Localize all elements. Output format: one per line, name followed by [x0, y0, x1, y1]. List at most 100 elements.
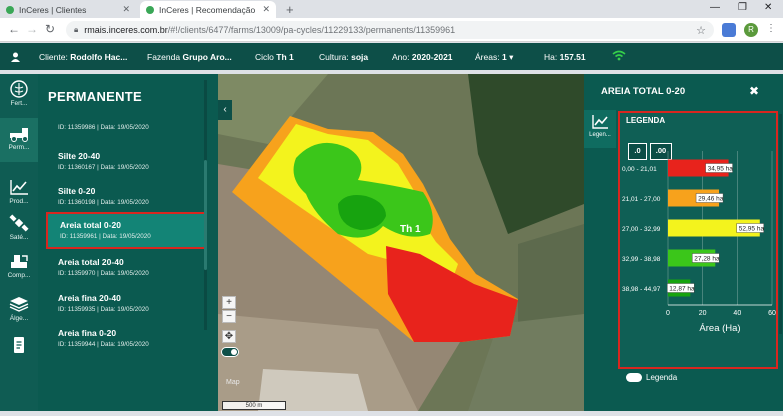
- category-label: 32,99 - 38,98: [622, 256, 661, 263]
- pan-move-icon[interactable]: ✥: [222, 330, 236, 343]
- legend-toggle[interactable]: [626, 373, 642, 382]
- collapse-panel-button[interactable]: ‹: [218, 100, 232, 120]
- zoom-out-button[interactable]: −: [222, 310, 236, 323]
- list-item-name: Areia fina 20-40: [58, 293, 121, 303]
- chart-line-icon: [592, 115, 608, 129]
- legend-bar-chart: 0,00 - 21,01 34,95 ha 21,01 - 27,00 29,46 h…: [622, 151, 776, 334]
- ha-value: 157.51: [559, 52, 586, 62]
- list-scrollbar-thumb[interactable]: [204, 160, 207, 270]
- bookmark-star-icon[interactable]: ☆: [696, 24, 706, 37]
- client-label: Cliente:: [39, 52, 68, 62]
- x-tick-label: 20: [699, 310, 707, 317]
- crop-value: soja: [351, 52, 369, 62]
- category-label: 0,00 - 21,01: [622, 166, 657, 173]
- detail-scrollbar[interactable]: [779, 114, 782, 334]
- list-item[interactable]: Silte 20-40 ID: 11360167 | Data: 19/05/2…: [46, 146, 207, 180]
- layer-detail-panel: AREIA TOTAL 0-20 ✖ Legen... LEGENDA .0 .…: [584, 74, 783, 411]
- permanent-icon: [10, 128, 28, 142]
- map-layer-toggle[interactable]: [221, 347, 239, 357]
- year-label: Ano:: [392, 52, 410, 62]
- rail-item-algebra[interactable]: Álge...: [0, 289, 38, 333]
- map-scale-bar: 500 m: [222, 401, 286, 410]
- map-attribution: Map: [226, 379, 240, 386]
- close-tab-icon[interactable]: ✕: [262, 4, 270, 15]
- farm-label: Fazenda: [147, 52, 181, 62]
- chevron-down-icon: ▾: [509, 52, 514, 62]
- legend-box: LEGENDA .0 .00 0,00 - 21,01 34,95 ha 21,01…: [618, 111, 778, 369]
- list-item[interactable]: Areia fina 0-20 ID: 11359944 | Data: 19/…: [46, 323, 207, 357]
- list-item-selected[interactable]: Areia total 0-20 ID: 11359961 | Data: 19…: [46, 212, 207, 249]
- farm-selector[interactable]: Fazenda Grupo Aro...: [147, 52, 232, 62]
- map-view[interactable]: Th 1 Map: [218, 74, 584, 411]
- client-selector[interactable]: Cliente: Rodolfo Hac...: [39, 52, 127, 62]
- inceres-favicon-icon: [6, 5, 14, 14]
- list-item-name: Areia total 0-20: [60, 220, 121, 230]
- rail-label: Álge...: [9, 315, 29, 322]
- user-icon[interactable]: [11, 52, 20, 64]
- x-tick-label: 60: [768, 310, 776, 317]
- list-item[interactable]: Silte 0-20 ID: 11360198 | Data: 19/05/20…: [46, 181, 207, 215]
- layer-title: AREIA TOTAL 0-20: [601, 86, 686, 97]
- legend-toggle-label: Legenda: [646, 373, 678, 382]
- list-item-meta: ID: 11360198 | Data: 19/05/2020: [58, 199, 149, 206]
- areas-selector[interactable]: Áreas: 1 ▾: [475, 52, 513, 63]
- list-item-meta: ID: 11359944 | Data: 19/05/2020: [58, 341, 149, 348]
- close-icon[interactable]: ✖: [749, 84, 759, 98]
- cycle-selector[interactable]: Ciclo Th 1: [255, 52, 294, 62]
- fertility-icon: [10, 80, 28, 98]
- x-axis-label: Área (Ha): [699, 323, 740, 334]
- category-label: 38,98 - 44,97: [622, 286, 661, 293]
- areas-label: Áreas:: [475, 52, 500, 62]
- lock-icon: 🔒︎: [74, 25, 79, 34]
- window-close-icon[interactable]: ✕: [764, 2, 772, 13]
- browser-tab-recomendacao[interactable]: InCeres | Recomendação ✕: [140, 1, 276, 18]
- minimize-icon[interactable]: —: [710, 2, 720, 13]
- farm-value: Grupo Aro...: [182, 52, 232, 62]
- restore-icon[interactable]: ❐: [738, 2, 747, 13]
- list-item[interactable]: Areia fina 20-40 ID: 11359935 | Data: 19…: [46, 288, 207, 322]
- rail-label: Comp...: [7, 272, 31, 279]
- report-icon: [14, 337, 24, 353]
- rail-item-fertility[interactable]: Fert...: [0, 74, 38, 118]
- close-tab-icon[interactable]: ✕: [122, 4, 130, 15]
- list-item-meta: ID: 11359986 | Data: 19/05/2020: [58, 124, 149, 131]
- legend-tab[interactable]: Legen...: [584, 110, 616, 148]
- browser-tab-strip: InCeres | Clientes ✕ InCeres | Recomenda…: [0, 0, 783, 18]
- new-tab-icon[interactable]: +: [286, 2, 294, 17]
- data-label: 27,28 ha: [694, 256, 720, 263]
- rail-label: Perm...: [8, 144, 30, 151]
- list-item-meta: ID: 11360167 | Data: 19/05/2020: [58, 164, 149, 171]
- forward-icon[interactable]: →: [26, 22, 38, 36]
- legend-tab-label: Legen...: [589, 132, 611, 138]
- browser-tab-clients[interactable]: InCeres | Clientes ✕: [0, 1, 136, 18]
- data-label: 52,95 ha: [739, 226, 765, 233]
- crop-selector[interactable]: Cultura: soja: [319, 52, 368, 62]
- list-item[interactable]: Areia total 20-40 ID: 11359970 | Data: 1…: [46, 252, 207, 286]
- data-label: 12,87 ha: [669, 286, 695, 293]
- rail-item-compare[interactable]: Comp...: [0, 246, 38, 290]
- year-selector[interactable]: Ano: 2020-2021: [392, 52, 453, 62]
- translate-extension-icon[interactable]: [722, 23, 736, 37]
- list-item-name: Silte 0-20: [58, 186, 96, 196]
- browser-menu-icon[interactable]: ⋮: [766, 23, 776, 34]
- zoom-in-button[interactable]: +: [222, 296, 236, 309]
- category-label: 27,00 - 32,99: [622, 226, 661, 233]
- app-header: Cliente: Rodolfo Hac... Fazenda Grupo Ar…: [0, 43, 783, 70]
- compare-icon: [11, 255, 28, 268]
- rail-item-permanent[interactable]: Perm...: [0, 118, 38, 162]
- address-bar[interactable]: 🔒︎ rmais.inceres.com.br /#!/clients/6477…: [66, 21, 714, 39]
- back-icon[interactable]: ←: [8, 22, 20, 36]
- productivity-chart-icon: [10, 180, 28, 195]
- map-canvas[interactable]: Th 1 Map: [218, 74, 584, 411]
- tab-title: InCeres | Recomendação: [159, 4, 256, 15]
- url-host: rmais.inceres.com.br: [84, 25, 168, 35]
- permanent-panel: PERMANENTE ID: 11359986 | Data: 19/05/20…: [38, 74, 218, 411]
- profile-avatar[interactable]: R: [744, 23, 758, 37]
- satellite-icon: [9, 214, 29, 232]
- module-rail: Fert... Perm... Prod... Saté... Comp... …: [0, 74, 38, 411]
- x-tick-label: 40: [733, 310, 741, 317]
- rail-item-report[interactable]: [0, 330, 38, 374]
- legend-title: LEGENDA: [626, 116, 666, 125]
- reload-icon[interactable]: ↻: [45, 22, 55, 36]
- wifi-icon: [612, 50, 626, 63]
